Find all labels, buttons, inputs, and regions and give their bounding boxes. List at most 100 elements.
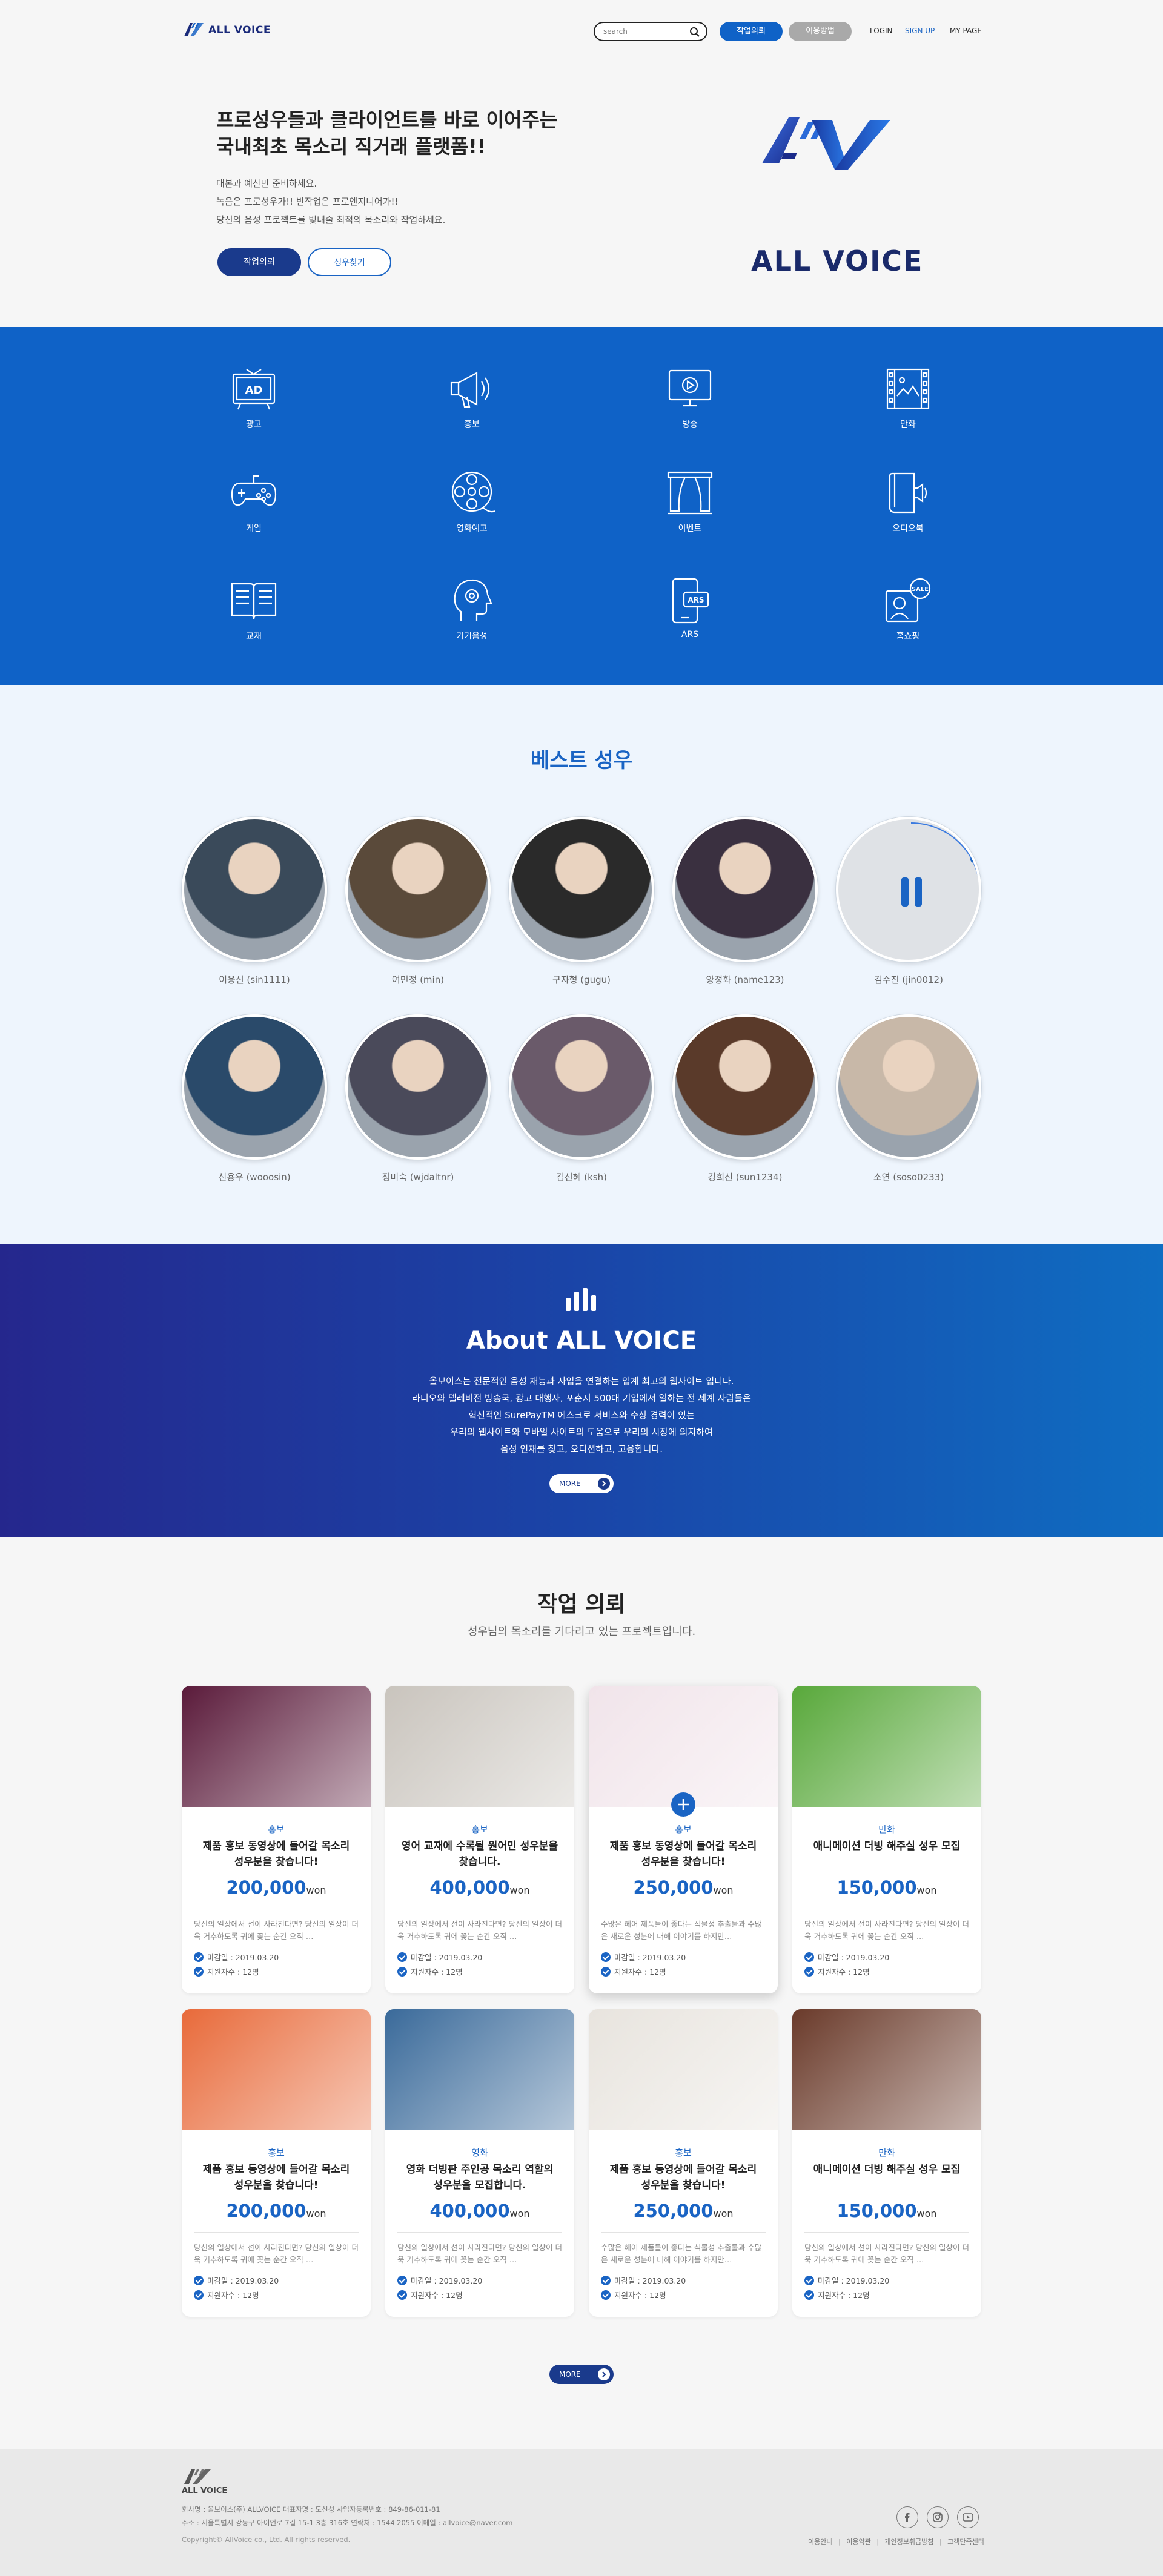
actor-card[interactable]: 양정화 (name123) xyxy=(672,817,818,986)
search-input[interactable] xyxy=(603,27,682,36)
applicants-text: 지원자수 : 12명 xyxy=(207,1967,259,1977)
facebook-button[interactable] xyxy=(896,2506,918,2528)
job-category: 홍보 xyxy=(268,1824,285,1835)
actor-card[interactable]: 이용신 (sin1111) xyxy=(182,817,327,986)
footer-link-support[interactable]: 고객만족센터 xyxy=(947,2538,984,2546)
job-thumbnail[interactable] xyxy=(182,1686,371,1807)
job-title[interactable]: 애니메이션 더빙 해주실 성우 모집 xyxy=(807,2162,967,2178)
actor-photo[interactable] xyxy=(672,817,818,962)
actor-card[interactable]: 강희선 (sun1234) xyxy=(672,1014,818,1183)
job-thumbnail[interactable] xyxy=(385,2009,574,2130)
guide-button[interactable]: 이용방법 xyxy=(789,22,852,41)
actor-photo[interactable] xyxy=(509,817,654,962)
pause-icon[interactable] xyxy=(838,819,981,962)
category-item-ars[interactable]: ARS ARS xyxy=(641,575,738,639)
check-icon xyxy=(194,2276,204,2285)
footer-link-terms[interactable]: 이용약관 xyxy=(846,2538,870,2546)
logo-text[interactable]: ALL VOICE xyxy=(208,24,271,36)
check-icon xyxy=(194,2290,204,2300)
price-unit: won xyxy=(916,1884,937,1896)
job-card[interactable]: 만화 애니메이션 더빙 해주실 성우 모집 150,000won 당신의 일상에서 선… xyxy=(792,2009,981,2317)
hero-find-actor-button[interactable]: 성우찾기 xyxy=(308,248,391,276)
actor-card[interactable]: 여민정 (min) xyxy=(345,817,491,986)
brand-logo-text: ALL VOICE xyxy=(751,245,924,277)
check-icon xyxy=(601,2290,611,2300)
job-thumbnail[interactable] xyxy=(385,1686,574,1807)
category-item-event[interactable]: 이벤트 xyxy=(641,467,738,534)
search-box[interactable] xyxy=(594,22,707,41)
mypage-link[interactable]: MY PAGE xyxy=(950,27,982,35)
category-item-audiobook[interactable]: 오디오북 xyxy=(860,467,956,534)
job-card[interactable]: 만화 애니메이션 더빙 해주실 성우 모집 150,000won 당신의 일상에서 선… xyxy=(792,1686,981,1993)
job-title[interactable]: 제품 홍보 동영상에 들어갈 목소리 성우분을 찾습니다! xyxy=(603,2162,763,2193)
job-applicants: 지원자수 : 12명 xyxy=(601,2289,666,2300)
job-card[interactable]: 영화 영화 더빙판 주인공 목소리 역할의 성우분을 모집합니다. 400,000w… xyxy=(385,2009,574,2317)
about-line: 음성 인재를 찾고, 오디션하고, 고용합니다. xyxy=(500,1444,663,1455)
about-more-button[interactable]: MORE xyxy=(549,1474,614,1493)
actor-card[interactable]: 소연 (soso0233) xyxy=(836,1014,981,1183)
job-price: 250,000won xyxy=(589,1877,778,1898)
job-thumbnail[interactable] xyxy=(792,1686,981,1807)
job-applicants: 지원자수 : 12명 xyxy=(397,1966,463,1977)
actor-card[interactable]: 신용우 (wooosin) xyxy=(182,1014,327,1183)
category-item-trailer[interactable]: 영화예고 xyxy=(423,467,520,534)
actor-card[interactable]: 구자형 (gugu) xyxy=(509,817,654,986)
job-title[interactable]: 영어 교재에 수록될 원어민 성우분을 찾습니다. xyxy=(400,1838,560,1870)
job-card[interactable]: 홍보 제품 홍보 동영상에 들어갈 목소리 성우분을 찾습니다! 200,000wo… xyxy=(182,1686,371,1993)
category-item-home-shopping[interactable]: SALE 홈쇼핑 xyxy=(860,575,956,642)
about-title: About ALL VOICE xyxy=(466,1327,697,1355)
job-title[interactable]: 제품 홍보 동영상에 들어갈 목소리 성우분을 찾습니다! xyxy=(196,2162,356,2193)
job-deadline: 마감일 : 2019.03.20 xyxy=(804,1951,889,1963)
category-item-promo[interactable]: 홍보 xyxy=(423,363,520,430)
plus-icon[interactable] xyxy=(671,1792,695,1817)
footer-link-privacy[interactable]: 개인정보취급방침 xyxy=(884,2538,933,2546)
category-item-textbook[interactable]: 교재 xyxy=(205,575,302,642)
actor-photo[interactable] xyxy=(345,817,491,962)
footer-link-guide[interactable]: 이용안내 xyxy=(808,2538,832,2546)
job-thumbnail[interactable] xyxy=(589,1686,778,1807)
job-thumbnail[interactable] xyxy=(792,2009,981,2130)
request-button[interactable]: 작업의뢰 xyxy=(720,22,783,41)
phone-ars-icon: ARS xyxy=(672,578,709,624)
tv-ad-icon: AD xyxy=(232,369,276,410)
job-title[interactable]: 애니메이션 더빙 해주실 성우 모집 xyxy=(807,1838,967,1854)
search-icon[interactable] xyxy=(689,27,700,38)
actor-photo[interactable] xyxy=(345,1014,491,1160)
price-unit: won xyxy=(713,1884,734,1896)
hero-request-button[interactable]: 작업의뢰 xyxy=(217,248,301,276)
actor-photo[interactable] xyxy=(182,1014,327,1160)
job-title[interactable]: 영화 더빙판 주인공 목소리 역할의 성우분을 모집합니다. xyxy=(400,2162,560,2193)
category-item-broadcast[interactable]: 방송 xyxy=(641,363,738,430)
actor-name: 이용신 (sin1111) xyxy=(219,974,290,985)
category-label: 영화예고 xyxy=(456,524,488,533)
job-card[interactable]: 홍보 제품 홍보 동영상에 들어갈 목소리 성우분을 찾습니다! 250,000wo… xyxy=(589,1686,778,1993)
actor-photo[interactable] xyxy=(672,1014,818,1160)
job-thumbnail[interactable] xyxy=(182,2009,371,2130)
job-thumbnail[interactable] xyxy=(589,2009,778,2130)
category-item-cartoon[interactable]: 만화 xyxy=(860,363,956,430)
logo-icon[interactable] xyxy=(182,21,205,39)
footer-address: 주소 : 서울특별시 강동구 아이언로 7길 15-1 3층 316호 연락처 … xyxy=(182,2518,513,2527)
actor-card[interactable]: 정미숙 (wjdaltnr) xyxy=(345,1014,491,1183)
category-item-ad[interactable]: AD 광고 xyxy=(205,363,302,430)
login-link[interactable]: LOGIN xyxy=(870,27,893,35)
actor-card[interactable]: 김수진 (jin0012) xyxy=(836,817,981,986)
actor-card[interactable]: 김선혜 (ksh) xyxy=(509,1014,654,1183)
job-card[interactable]: 홍보 영어 교재에 수록될 원어민 성우분을 찾습니다. 400,000won 당신의… xyxy=(385,1686,574,1993)
actor-photo[interactable] xyxy=(182,817,327,962)
actor-name: 김선혜 (ksh) xyxy=(556,1172,607,1183)
category-item-device-voice[interactable]: 기기음성 xyxy=(423,575,520,642)
youtube-button[interactable] xyxy=(957,2506,979,2528)
actor-photo[interactable] xyxy=(836,817,981,962)
job-card[interactable]: 홍보 제품 홍보 동영상에 들어갈 목소리 성우분을 찾습니다! 250,000wo… xyxy=(589,2009,778,2317)
head-voice-icon xyxy=(454,579,492,621)
jobs-more-button[interactable]: MORE xyxy=(549,2365,614,2384)
category-item-game[interactable]: 게임 xyxy=(205,467,302,534)
signup-link[interactable]: SIGN UP xyxy=(905,27,935,35)
job-title[interactable]: 제품 홍보 동영상에 들어갈 목소리 성우분을 찾습니다! xyxy=(603,1838,763,1870)
actor-photo[interactable] xyxy=(509,1014,654,1160)
job-card[interactable]: 홍보 제품 홍보 동영상에 들어갈 목소리 성우분을 찾습니다! 200,000wo… xyxy=(182,2009,371,2317)
actor-photo[interactable] xyxy=(836,1014,981,1160)
instagram-button[interactable] xyxy=(927,2506,949,2528)
job-title[interactable]: 제품 홍보 동영상에 들어갈 목소리 성우분을 찾습니다! xyxy=(196,1838,356,1870)
